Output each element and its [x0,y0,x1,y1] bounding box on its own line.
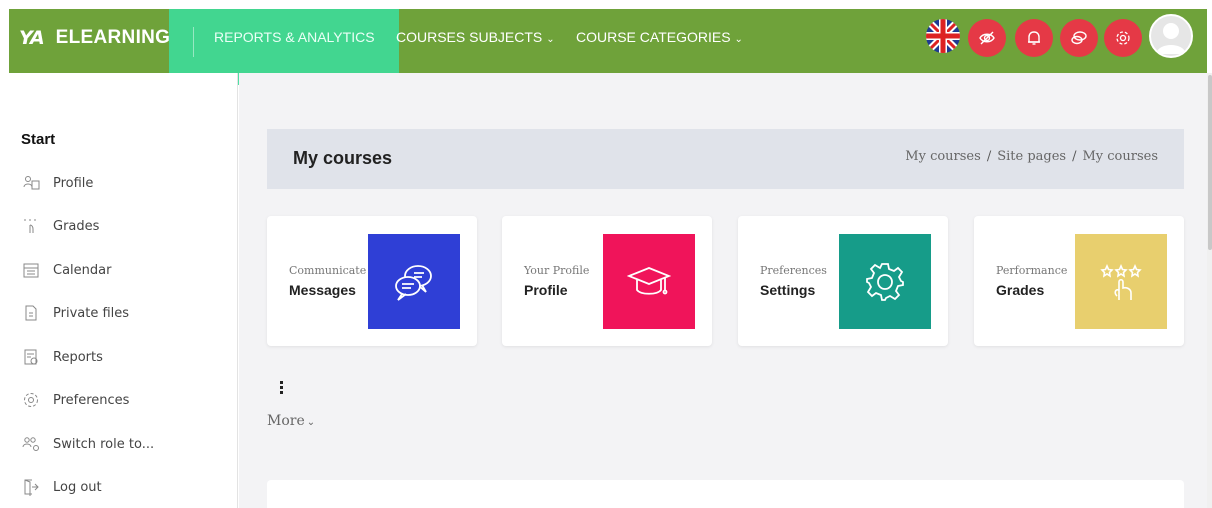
nav-reports-analytics-label: REPORTS & ANALYTICS [214,29,375,45]
breadcrumb-item-my-courses[interactable]: My courses [905,149,981,164]
brand-logo[interactable]: YA ELEARNING [19,26,170,50]
sidebar-item-private-files[interactable]: Private files [21,301,129,325]
gear-icon[interactable] [1104,19,1142,57]
page-header: My courses My courses / Site pages / My … [267,129,1184,189]
chevron-down-icon: ⌄ [734,34,743,45]
eye-slash-icon[interactable] [968,19,1006,57]
sidebar-item-label: Preferences [53,392,130,408]
sidebar-item-profile[interactable]: Profile [21,171,93,195]
card-profile[interactable]: Your Profile Profile [502,216,712,346]
card-subtitle: Performance [996,264,1068,277]
card-subtitle: Communicate [289,264,367,277]
breadcrumb-separator: / [986,149,992,164]
sidebar-item-grades[interactable]: Grades [21,214,99,238]
kebab-menu-icon[interactable] [280,381,283,394]
card-subtitle: Your Profile [524,264,590,277]
sidebar-title: Start [21,131,56,148]
file-icon [21,303,41,323]
bell-icon[interactable] [1015,19,1053,57]
more-dropdown[interactable]: More ⌄ [267,413,315,429]
profile-icon [21,173,41,193]
nav-course-categories-label: COURSE CATEGORIES [576,29,731,45]
sidebar-item-log-out[interactable]: Log out [21,475,102,499]
course-overview-card [267,480,1184,508]
gear-icon [21,390,41,410]
nav-courses-subjects[interactable]: COURSES SUBJECTS ⌄ [396,29,555,45]
more-label: More [267,413,305,429]
uk-flag-icon[interactable] [926,19,960,53]
sidebar-item-reports[interactable]: Reports [21,345,103,369]
card-grades[interactable]: Performance Grades [974,216,1184,346]
scrollbar-thumb[interactable] [1208,75,1212,250]
page-title: My courses [293,148,393,168]
reports-icon [21,347,41,367]
grades-icon [21,216,41,236]
card-title: Grades [996,282,1045,298]
card-title: Messages [289,282,356,298]
sidebar: Start Profile Grades Calendar Private fi… [9,73,238,508]
breadcrumb: My courses / Site pages / My courses [905,149,1158,164]
chat-bubbles-icon [368,234,460,329]
stars-hand-icon [1075,234,1167,329]
nav-divider [193,27,194,57]
chevron-down-icon: ⌄ [546,34,555,45]
sidebar-item-label: Profile [53,175,94,191]
chevron-down-icon: ⌄ [306,417,316,428]
card-subtitle: Preferences [760,264,827,277]
calendar-icon [21,260,41,280]
card-settings[interactable]: Preferences Settings [738,216,948,346]
sidebar-item-switch-role[interactable]: Switch role to... [21,432,154,456]
gear-icon [839,234,931,329]
sidebar-item-label: Calendar [53,262,112,278]
sidebar-item-label: Switch role to... [53,436,155,452]
nav-reports-analytics[interactable]: REPORTS & ANALYTICS [214,29,375,45]
breadcrumb-item-site-pages[interactable]: Site pages [997,149,1066,164]
card-messages[interactable]: Communicate Messages [267,216,477,346]
user-avatar-icon[interactable] [1149,14,1193,58]
card-title: Profile [524,282,568,298]
breadcrumb-separator: / [1072,149,1077,164]
switch-role-icon [21,434,41,454]
sidebar-item-preferences[interactable]: Preferences [21,388,129,412]
sidebar-item-label: Log out [53,479,102,495]
brand-name: ELEARNING [55,27,171,48]
brand-mark: YA [19,27,45,49]
breadcrumb-item-current: My courses [1082,149,1158,164]
sidebar-item-calendar[interactable]: Calendar [21,258,111,282]
nav-courses-subjects-label: COURSES SUBJECTS [396,29,543,45]
logout-icon [21,477,41,497]
card-title: Settings [760,282,816,298]
top-navbar: YA ELEARNING REPORTS & ANALYTICS COURSES… [9,9,1207,85]
sidebar-item-label: Private files [53,305,130,321]
nav-course-categories[interactable]: COURSE CATEGORIES ⌄ [576,29,743,45]
sidebar-item-label: Reports [53,349,103,365]
sidebar-item-label: Grades [53,218,100,234]
graduation-cap-icon [603,234,695,329]
chat-icon[interactable] [1060,19,1098,57]
